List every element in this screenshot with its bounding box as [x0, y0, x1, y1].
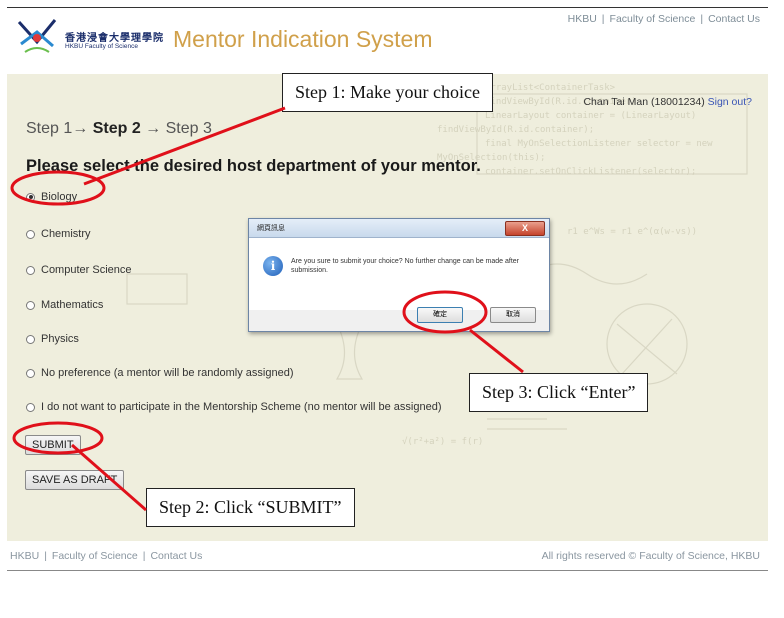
question-heading: Please select the desired host departmen… — [26, 157, 481, 175]
callout-step-1: Step 1: Make your choice — [282, 73, 493, 112]
option-label: No preference (a mentor will be randomly… — [41, 367, 294, 379]
option-chemistry[interactable]: Chemistry — [26, 228, 91, 240]
dialog-message: Are you sure to submit your choice? No f… — [291, 258, 520, 274]
footer-link-faculty[interactable]: Faculty of Science — [52, 550, 138, 562]
step-1-label: Step 1→ — [26, 120, 93, 137]
radio-chemistry[interactable] — [26, 229, 35, 239]
app-title: Mentor Indication System — [173, 26, 433, 52]
save-as-draft-button[interactable]: SAVE AS DRAFT — [25, 470, 125, 490]
sign-out-link[interactable]: Sign out? — [708, 96, 752, 108]
top-nav: HKBU | Faculty of Science | Contact Us — [567, 13, 760, 25]
hkbu-logo-icon — [17, 19, 57, 53]
footer-link-contact[interactable]: Contact Us — [150, 550, 202, 562]
radio-computer-science[interactable] — [26, 265, 35, 275]
option-label: Mathematics — [41, 299, 104, 311]
radio-biology[interactable] — [26, 192, 35, 202]
top-link-faculty[interactable]: Faculty of Science — [610, 13, 696, 25]
svg-text:√(r²+a²) = f(r): √(r²+a²) = f(r) — [402, 436, 483, 447]
svg-text:LinearLayout container = (Line: LinearLayout container = (LinearLayout) — [485, 111, 696, 121]
option-mathematics[interactable]: Mathematics — [26, 299, 103, 311]
dialog-cancel-button[interactable]: 取消 — [490, 307, 536, 323]
option-biology[interactable]: Biology — [26, 191, 77, 203]
radio-no-preference[interactable] — [26, 368, 35, 378]
site-footer: HKBU | Faculty of Science | Contact Us All r… — [7, 541, 768, 570]
option-label: Biology — [41, 191, 78, 203]
logo-chinese-text: 香港浸會大學理學院 — [65, 33, 164, 44]
radio-not-participate[interactable] — [26, 402, 35, 412]
svg-text:final MyOnSelectionListener se: final MyOnSelectionListener selector = n… — [485, 139, 713, 149]
footer-link-hkbu[interactable]: HKBU — [10, 550, 39, 562]
svg-text:r1 e^Ws = r1 e^(α(w-vs)): r1 e^Ws = r1 e^(α(w-vs)) — [567, 227, 697, 237]
option-computer-science[interactable]: Computer Science — [26, 264, 132, 276]
step-2-label-current: Step 2 — [92, 120, 141, 137]
dialog-title: 網頁訊息 — [257, 225, 285, 232]
site-header: 香港浸會大學理學院 HKBU Faculty of Science Mentor… — [7, 8, 768, 74]
svg-text:container.setOnClickListener(s: container.setOnClickListener(selector); — [485, 167, 696, 177]
svg-text:ArrayList<ContainerTask>: ArrayList<ContainerTask> — [485, 83, 616, 93]
user-info: Chan Tai Man (18001234) Sign out? — [583, 96, 752, 108]
top-link-hkbu[interactable]: HKBU — [568, 13, 597, 25]
callout-step-2: Step 2: Click “SUBMIT” — [146, 488, 355, 527]
option-label: Physics — [41, 333, 79, 345]
dialog-titlebar: 網頁訊息 X — [249, 219, 549, 238]
option-not-participate[interactable]: I do not want to participate in the Ment… — [26, 401, 442, 413]
option-label: I do not want to participate in the Ment… — [41, 401, 442, 413]
radio-physics[interactable] — [26, 334, 35, 344]
dialog-ok-button[interactable]: 確定 — [417, 307, 463, 323]
radio-mathematics[interactable] — [26, 300, 35, 310]
user-name: Chan Tai Man (18001234) — [583, 96, 705, 108]
option-label: Computer Science — [41, 264, 132, 276]
option-physics[interactable]: Physics — [26, 333, 79, 345]
info-icon: i — [263, 256, 283, 276]
option-no-preference[interactable]: No preference (a mentor will be randomly… — [26, 367, 294, 379]
step-indicator: Step 1→ Step 2 → Step 3 — [26, 120, 212, 138]
dialog-body: i Are you sure to submit your choice? No… — [249, 238, 549, 310]
option-label: Chemistry — [41, 228, 91, 240]
submit-button[interactable]: SUBMIT — [25, 435, 81, 455]
dialog-close-button[interactable]: X — [505, 221, 545, 236]
footer-nav: HKBU | Faculty of Science | Contact Us — [10, 550, 203, 562]
callout-step-3: Step 3: Click “Enter” — [469, 373, 649, 412]
top-link-contact[interactable]: Contact Us — [708, 13, 760, 25]
confirm-dialog: 網頁訊息 X i Are you sure to submit your cho… — [248, 218, 550, 332]
copyright-text: All rights reserved © Faculty of Science… — [541, 550, 760, 562]
logo-english-text: HKBU Faculty of Science — [65, 43, 138, 50]
step-3-label: → Step 3 — [140, 120, 212, 137]
svg-text:findViewById(R.id.container);: findViewById(R.id.container); — [437, 125, 594, 135]
